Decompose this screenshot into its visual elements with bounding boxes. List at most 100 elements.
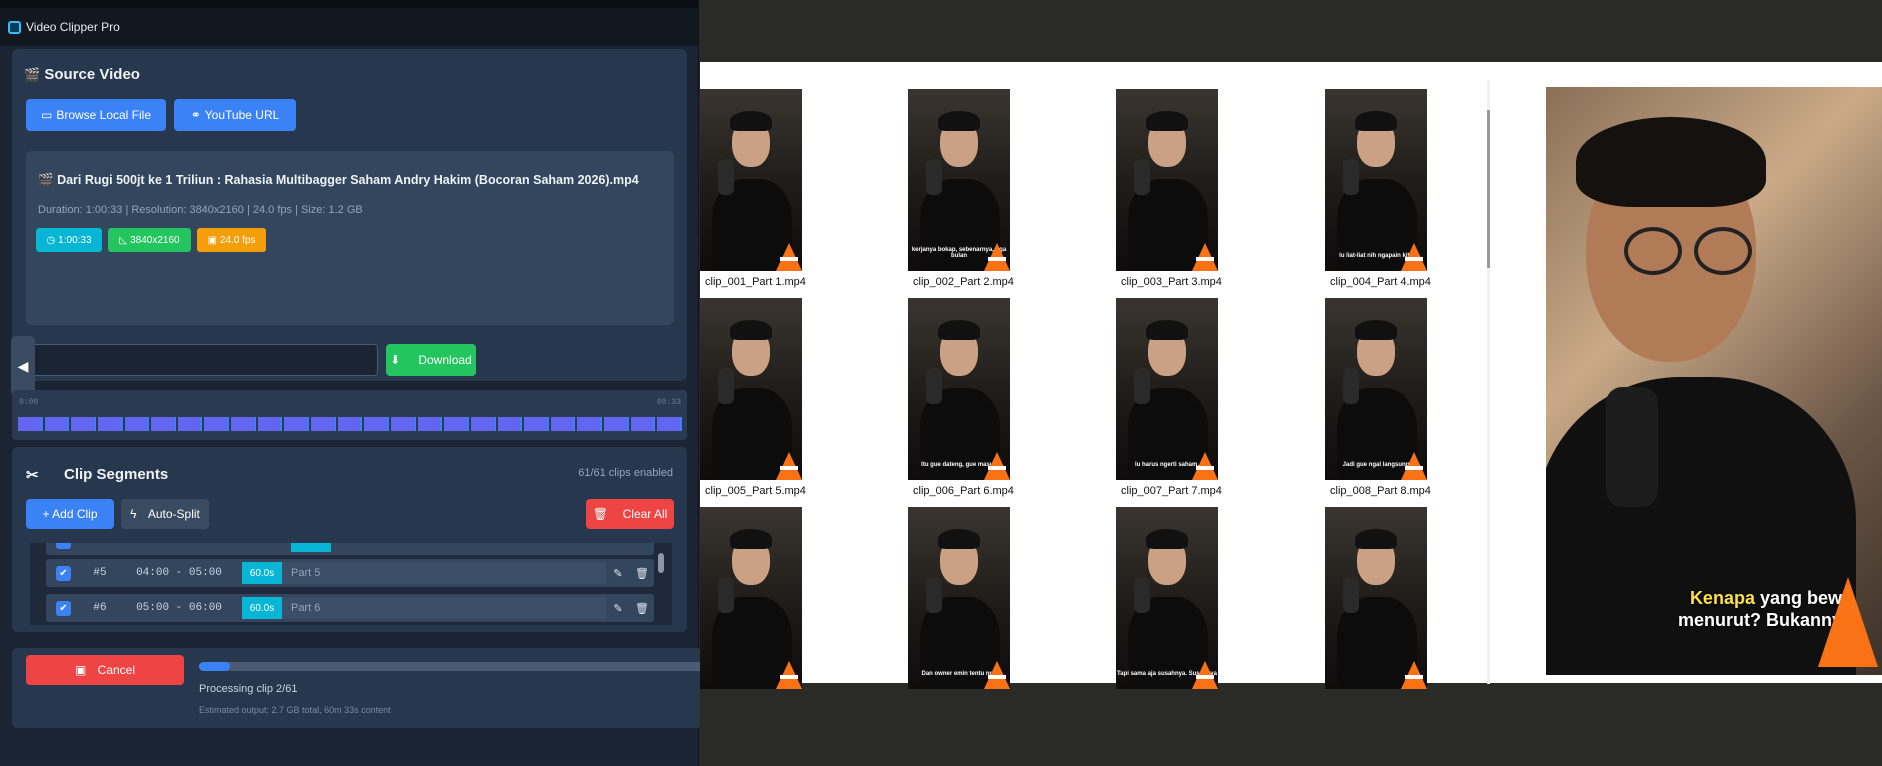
app-icon	[8, 20, 21, 34]
youtube-url-button[interactable]: ⚭ YouTube URL	[174, 99, 296, 131]
video-thumbnail[interactable]: lu liat-liat nih ngapain kita	[1325, 89, 1427, 271]
edit-icon[interactable]: ✎	[606, 597, 630, 619]
timeline-segment[interactable]	[311, 417, 336, 431]
clock-icon: ◷	[46, 234, 56, 246]
timeline-segment[interactable]	[390, 417, 416, 431]
resolution-icon: ◺	[119, 234, 128, 246]
file-name-label[interactable]: clip_003_Part 3.mp4	[1121, 276, 1281, 288]
scissors-icon: ✂	[26, 467, 39, 484]
explorer-content: clip_001_Part 1.mp4 kerjanya bokap, seben…	[700, 62, 1882, 689]
video-thumbnail[interactable]: lu harus ngerti saham,	[1116, 298, 1218, 480]
file-name-label[interactable]: clip_004_Part 4.mp4	[1330, 276, 1490, 288]
progress-bar	[199, 662, 709, 671]
video-thumbnail[interactable]	[700, 298, 802, 480]
browse-local-button[interactable]: ▭ Browse Local File	[26, 99, 166, 131]
timeline-segment[interactable]	[497, 417, 523, 431]
timeline-start: 0:00	[19, 398, 39, 407]
timeline-segment[interactable]	[470, 417, 496, 431]
lightning-icon: ϟ	[130, 507, 137, 521]
file-name-label[interactable]: clip_008_Part 8.mp4	[1330, 485, 1490, 497]
delete-icon[interactable]: 🗑	[630, 562, 654, 584]
segment-checkbox[interactable]: ✔	[56, 600, 71, 616]
timeline-segment[interactable]	[44, 417, 70, 431]
file-info-card: 🎬 Dari Rugi 500jt ke 1 Triliun : Rahasia…	[26, 151, 674, 325]
video-thumbnail[interactable]: Itu gue dateng, gue masuk	[908, 298, 1010, 480]
youtube-url-input[interactable]	[22, 344, 378, 376]
download-icon: ⬇	[390, 353, 401, 367]
video-thumbnail[interactable]	[1325, 507, 1427, 689]
file-name-label[interactable]: clip_001_Part 1.mp4	[705, 276, 865, 288]
file-name-label[interactable]: clip_007_Part 7.mp4	[1121, 485, 1281, 497]
file-name-label[interactable]: clip_006_Part 6.mp4	[913, 485, 1073, 497]
trash-icon: 🗑	[592, 507, 608, 521]
source-heading: Source Video	[44, 66, 140, 83]
explorer-scrollbar[interactable]	[1487, 80, 1490, 684]
timeline-segment[interactable]	[417, 417, 443, 431]
segment-range: 04:00 - 05:00	[136, 567, 222, 579]
auto-split-button[interactable]: ϟ Auto-Split	[121, 499, 209, 529]
edit-icon[interactable]: ✎	[606, 562, 630, 584]
vlc-cone-icon	[1401, 452, 1427, 480]
timeline-segment[interactable]	[630, 417, 656, 431]
vlc-cone-icon	[1192, 661, 1218, 689]
timeline-segment[interactable]	[337, 417, 363, 431]
timeline-segment[interactable]	[524, 417, 549, 431]
vlc-cone-icon	[1401, 661, 1427, 689]
vlc-cone-icon	[984, 661, 1010, 689]
clear-all-button[interactable]: 🗑 Clear All	[586, 499, 674, 529]
file-meta: Duration: 1:00:33 | Resolution: 3840x216…	[38, 204, 363, 216]
segment-checkbox[interactable]: ✔	[56, 565, 71, 581]
video-thumbnail[interactable]	[700, 507, 802, 689]
timeline-segment[interactable]	[364, 417, 389, 431]
chevron-left-icon: ◀	[17, 357, 29, 374]
video-thumbnail[interactable]	[700, 89, 802, 271]
segment-number: #6	[93, 602, 107, 614]
vlc-cone-icon	[1192, 243, 1218, 271]
film-icon: ▣	[207, 234, 217, 246]
delete-icon[interactable]: 🗑	[630, 597, 654, 619]
preview-caption: Kenapa yang bewa menurut? Bukannya	[1677, 588, 1852, 630]
timeline-segment[interactable]	[177, 417, 203, 431]
timeline-segments[interactable]	[18, 417, 683, 431]
timeline-segment[interactable]	[124, 417, 150, 431]
timeline-segment[interactable]	[604, 417, 629, 431]
timeline-segment[interactable]	[97, 417, 123, 431]
segment-list-scrollbar[interactable]	[658, 553, 664, 573]
fps-badge: ▣ 24.0 fps	[197, 228, 266, 252]
file-name-label[interactable]: clip_002_Part 2.mp4	[913, 276, 1073, 288]
timeline-segment[interactable]	[284, 417, 310, 431]
file-name-label[interactable]: clip_005_Part 5.mp4	[705, 485, 865, 497]
video-thumbnail[interactable]: Jadi gue ngal langsung	[1325, 298, 1427, 480]
timeline-segment[interactable]	[257, 417, 283, 431]
collapse-panel-button[interactable]: ◀	[11, 336, 35, 396]
timeline-segment[interactable]	[444, 417, 469, 431]
video-thumbnail[interactable]: Dan owner emin tentu nge	[908, 507, 1010, 689]
video-thumbnail[interactable]	[1116, 89, 1218, 271]
timeline-segment[interactable]	[577, 417, 603, 431]
video-thumbnail[interactable]: kerjanya bokap, sebenarnya, tiga bulan	[908, 89, 1010, 271]
timeline-segment[interactable]	[550, 417, 576, 431]
timeline-segment[interactable]	[231, 417, 256, 431]
timeline-segment[interactable]	[204, 417, 230, 431]
timeline[interactable]: 0:00 60:33	[12, 390, 687, 440]
download-button[interactable]: ⬇ Download	[386, 344, 476, 376]
cancel-button[interactable]: ▣ Cancel	[26, 655, 184, 685]
clapper-icon: 🎬	[38, 173, 54, 187]
segment-name[interactable]: Part 6	[282, 597, 606, 619]
timeline-segment[interactable]	[657, 417, 683, 431]
vlc-cone-icon	[776, 452, 802, 480]
source-video-panel: 🎬 Source Video ▭ Browse Local File ⚭ You…	[12, 49, 687, 381]
timeline-segment[interactable]	[71, 417, 96, 431]
timeline-segment[interactable]	[18, 417, 43, 431]
timeline-end: 60:33	[656, 398, 681, 407]
segment-name[interactable]: Part 5	[282, 562, 606, 584]
vlc-cone-icon	[776, 243, 802, 271]
segment-row: ✔	[46, 543, 654, 555]
clip-segments-panel: ✂ Clip Segments 61/61 clips enabled + Ad…	[12, 447, 687, 632]
estimate-text: Estimated output: 2.7 GB total, 60m 33s …	[199, 705, 391, 715]
timeline-segment[interactable]	[151, 417, 176, 431]
add-clip-button[interactable]: + Add Clip	[26, 499, 114, 529]
segment-number: #5	[93, 567, 107, 579]
segment-checkbox[interactable]: ✔	[56, 543, 71, 549]
video-thumbnail[interactable]: Tapi sama aja susahnya. Susahnya	[1116, 507, 1218, 689]
